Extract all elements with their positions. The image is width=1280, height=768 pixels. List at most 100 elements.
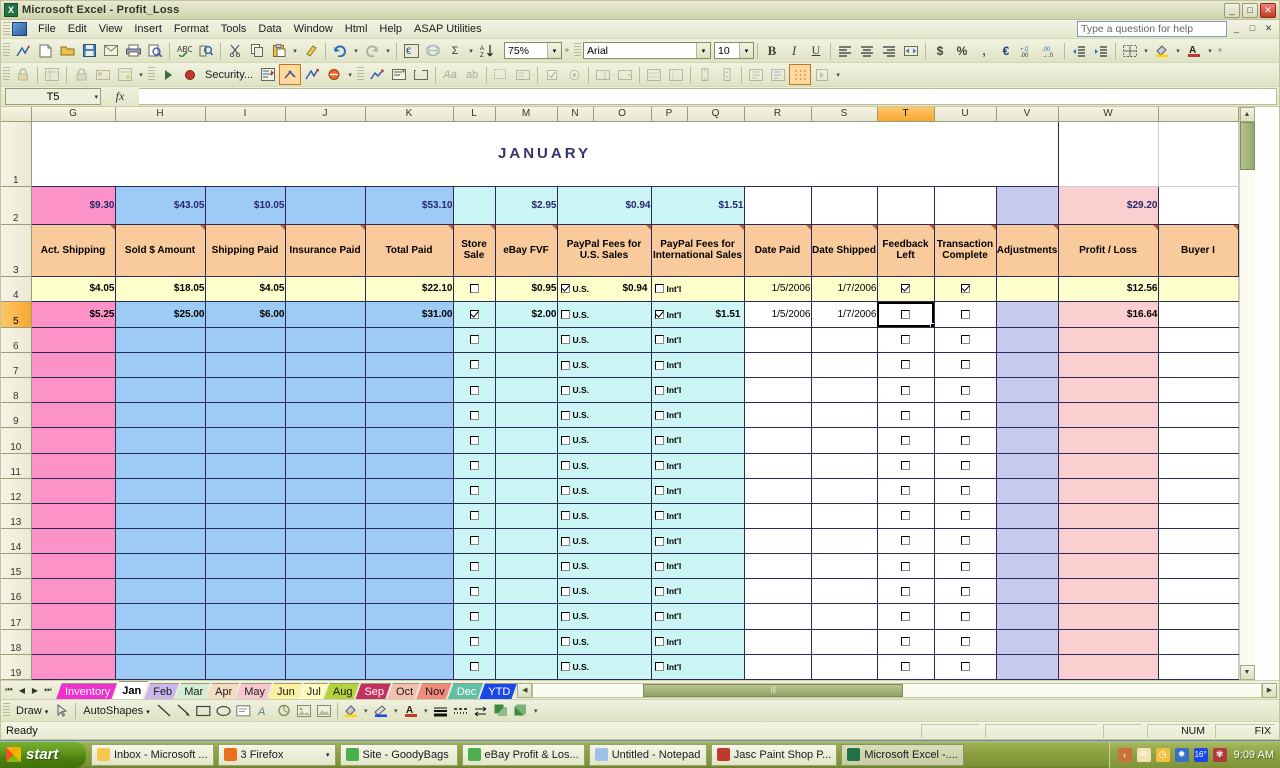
cell-feedback-left[interactable] [877, 554, 934, 579]
cell-total-paid[interactable] [365, 604, 453, 629]
total-cell-Q[interactable]: $1.51 [651, 187, 744, 225]
minimize-button[interactable]: _ [1224, 3, 1240, 18]
cell-ebay-fvf[interactable] [495, 378, 557, 403]
cell-shipping-paid[interactable] [205, 604, 285, 629]
cell-paypal-us[interactable]: U.S. [557, 554, 651, 579]
last-sheet-button[interactable]: ⏭ [42, 685, 54, 695]
protect-workbook-icon[interactable] [70, 64, 92, 85]
cell-ebay-fvf[interactable] [495, 554, 557, 579]
menu-edit[interactable]: Edit [62, 21, 93, 37]
column-header-W[interactable]: W [1058, 107, 1158, 121]
cell-sold-amount[interactable] [115, 378, 205, 403]
mail-icon[interactable]: ✉ [1137, 748, 1151, 762]
cell-row1-x[interactable] [1158, 121, 1238, 187]
diagram-icon[interactable] [274, 702, 294, 720]
checkbox[interactable] [561, 436, 570, 445]
total-cell-J[interactable] [285, 187, 365, 225]
checkbox[interactable] [961, 486, 970, 495]
cell-total-paid[interactable] [365, 579, 453, 604]
decrease-decimal-icon[interactable]: .00→.0 [1039, 40, 1061, 61]
taskbar-item[interactable]: eBay Profit & Los... [462, 744, 585, 766]
column-header-G[interactable]: G [31, 107, 115, 121]
cell-feedback-left[interactable] [877, 302, 934, 328]
draw-menu-button[interactable]: Draw ▾ [12, 705, 52, 717]
spelling-icon[interactable]: ABC [173, 40, 195, 61]
cell-feedback-left[interactable] [877, 453, 934, 478]
row-header-15[interactable]: 15 [1, 554, 31, 579]
checkbox[interactable] [901, 486, 910, 495]
checkbox[interactable] [561, 511, 570, 520]
cell-profit-loss[interactable]: $16.64 [1058, 302, 1158, 328]
cell-profit-loss[interactable] [1058, 352, 1158, 377]
taskbar-item[interactable]: Site - GoodyBags [340, 744, 458, 766]
decrease-indent-icon[interactable] [1068, 40, 1090, 61]
cell-ebay-fvf[interactable] [495, 528, 557, 553]
forms-run-dialog-icon[interactable] [811, 64, 833, 85]
header-cell-x[interactable]: Buyer I [1158, 225, 1238, 276]
maximize-button[interactable]: □ [1242, 3, 1258, 18]
column-header-O[interactable]: O [593, 107, 651, 121]
cell-buyer-id[interactable] [1158, 302, 1238, 328]
cell-sold-amount[interactable]: $18.05 [115, 276, 205, 302]
cell-paypal-us[interactable]: U.S. [557, 503, 651, 528]
font-name-chevron-icon[interactable]: ▾ [696, 43, 710, 58]
increase-indent-icon[interactable] [1090, 40, 1112, 61]
document-restore-button[interactable]: □ [1246, 23, 1259, 36]
taskbar-item[interactable]: 3 Firefox▾ [218, 744, 336, 766]
cell-date-paid[interactable]: 1/5/2006 [744, 276, 811, 302]
checkbox[interactable] [901, 461, 910, 470]
row-header-17[interactable]: 17 [1, 604, 31, 629]
header-cell-s[interactable]: Date Shipped [811, 225, 877, 276]
cell-store-sale[interactable] [453, 352, 495, 377]
total-cell-S[interactable] [811, 187, 877, 225]
header-cell-u[interactable]: Transaction Complete [934, 225, 996, 276]
cell-buyer-id[interactable] [1158, 327, 1238, 352]
taskbar-item[interactable]: Jasc Paint Shop P... [711, 744, 838, 766]
fill-color-icon[interactable] [1151, 40, 1173, 61]
font-size-chevron-icon[interactable]: ▾ [739, 43, 753, 58]
name-box[interactable]: T5 ▾ [5, 88, 101, 105]
table-row[interactable]: 13U.S.Int'l [1, 503, 1238, 528]
sheet-tab-jan[interactable]: Jan [113, 681, 148, 700]
checkbox[interactable] [655, 637, 664, 646]
vb-toolbar-grip[interactable] [148, 67, 155, 82]
clock-tray-icon[interactable]: ◷ [1156, 748, 1170, 762]
cell-adjustments[interactable] [996, 327, 1058, 352]
cell-total-paid[interactable] [365, 378, 453, 403]
header-cell-pq[interactable]: PayPal Fees for International Sales [651, 225, 744, 276]
cell-act-shipping[interactable]: $4.05 [31, 276, 115, 302]
cell-total-paid[interactable] [365, 453, 453, 478]
cell-feedback-left[interactable] [877, 378, 934, 403]
checkbox[interactable] [561, 335, 570, 344]
cell-act-shipping[interactable] [31, 428, 115, 453]
scroll-down-button[interactable]: ▼ [1240, 665, 1255, 680]
merge-and-center-icon[interactable] [900, 40, 922, 61]
font-color-drawing-icon[interactable]: A [401, 702, 421, 720]
cell-paypal-us[interactable]: U.S. [557, 579, 651, 604]
cell-ebay-fvf[interactable] [495, 403, 557, 428]
sheet-tab-feb[interactable]: Feb [144, 683, 179, 700]
cell-profit-loss[interactable] [1058, 604, 1158, 629]
cell-transaction-complete[interactable] [934, 453, 996, 478]
cell-shipping-paid[interactable] [205, 352, 285, 377]
checkbox[interactable] [470, 536, 479, 545]
cell-profit-loss[interactable] [1058, 554, 1158, 579]
menu-format[interactable]: Format [168, 21, 215, 37]
checkbox[interactable] [961, 386, 970, 395]
sheet-tab-may[interactable]: May [235, 683, 272, 700]
checkbox[interactable] [470, 486, 479, 495]
insert-function-icon[interactable]: fx [101, 89, 139, 104]
cell-ebay-fvf[interactable] [495, 503, 557, 528]
menu-tools[interactable]: Tools [215, 21, 253, 37]
checkbox[interactable] [561, 562, 570, 571]
share-workbook-icon[interactable] [92, 64, 114, 85]
cell-ebay-fvf[interactable] [495, 579, 557, 604]
cell-paypal-intl[interactable]: Int'l [651, 403, 744, 428]
cell-transaction-complete[interactable] [934, 276, 996, 302]
increase-decimal-icon[interactable]: +.0.00 [1017, 40, 1039, 61]
header-cell-g[interactable]: Act. Shipping [31, 225, 115, 276]
total-cell-X[interactable] [1158, 187, 1238, 225]
checkbox[interactable] [655, 284, 664, 293]
security-button[interactable]: Security... [201, 69, 257, 81]
fill-color-drawing-chevron-icon[interactable]: ▾ [361, 700, 371, 721]
